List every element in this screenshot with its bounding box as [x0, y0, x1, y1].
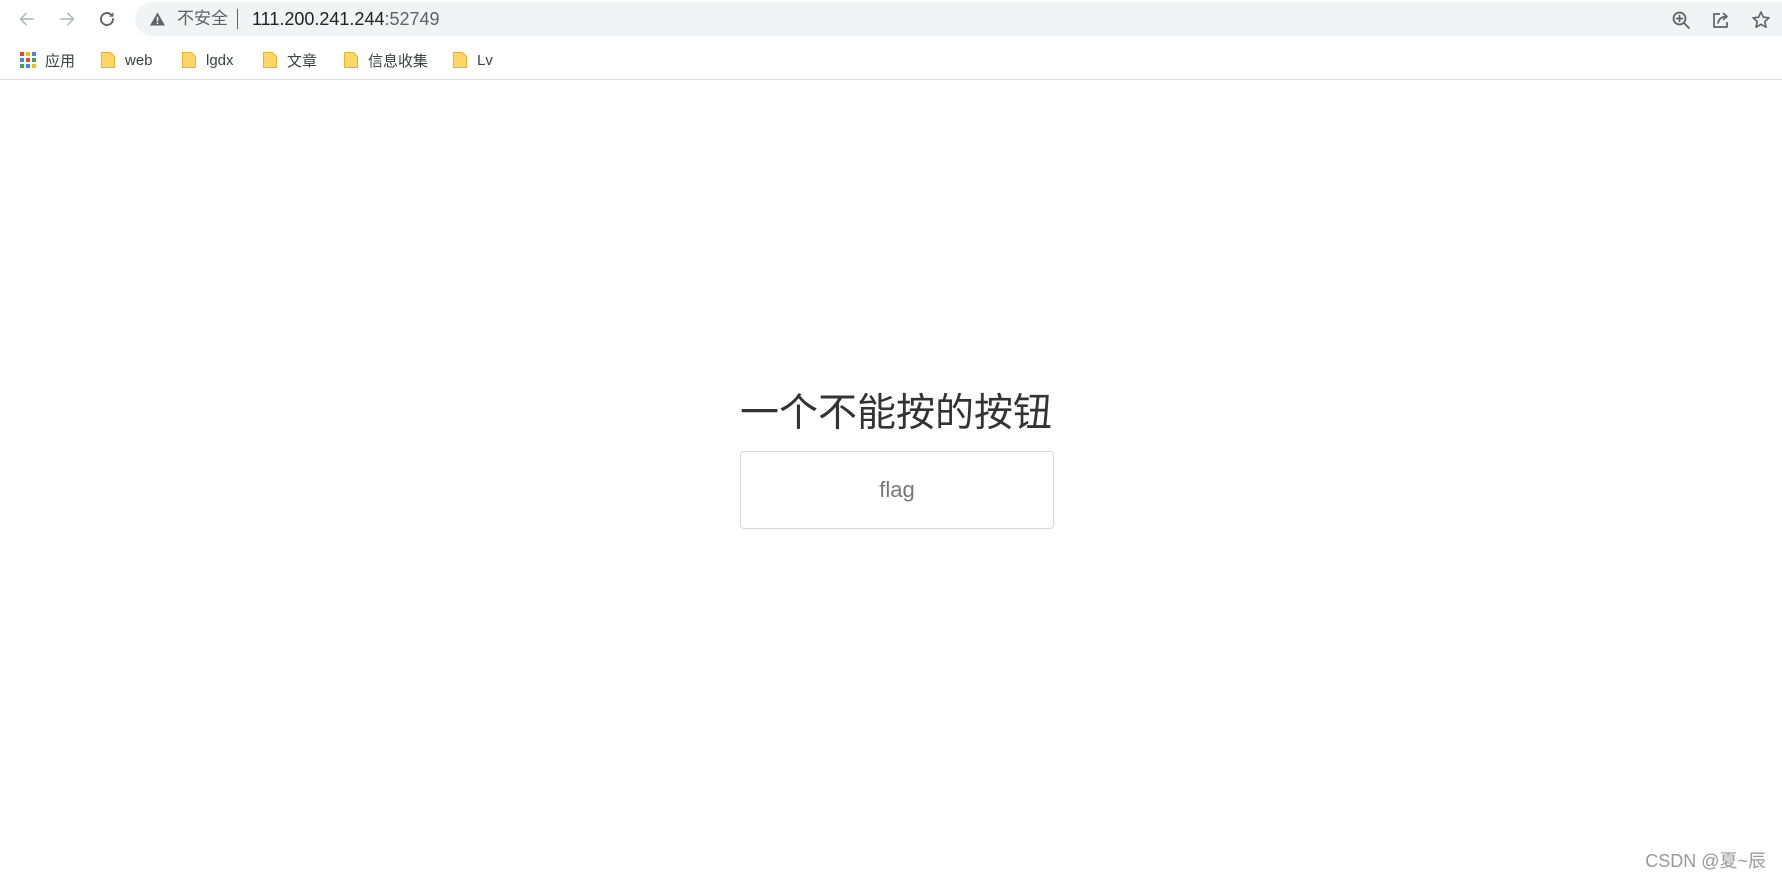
security-status-label[interactable]: 不安全 [177, 10, 228, 28]
back-button[interactable] [13, 5, 41, 33]
url-host: 111.200.241.244 [252, 9, 385, 29]
flag-button[interactable]: flag [740, 451, 1054, 529]
arrow-right-icon [60, 12, 75, 26]
browser-toolbar: 不安全 111.200.241.244:52749 [0, 0, 1782, 38]
bookmark-folder-lgdx[interactable]: lgdx [180, 49, 234, 71]
address-separator [237, 9, 238, 29]
bookmark-folder-info-gathering[interactable]: 信息收集 [342, 49, 428, 71]
arrow-left-icon [19, 12, 34, 26]
folder-icon [180, 51, 198, 69]
folder-icon [261, 51, 279, 69]
folder-icon [342, 51, 360, 69]
bookmark-label: 信息收集 [368, 52, 429, 70]
reload-icon [100, 12, 114, 26]
bookmark-folder-web[interactable]: web [99, 49, 153, 71]
bookmark-folder-lv[interactable]: Lv [451, 49, 493, 71]
share-icon [1713, 12, 1728, 28]
reload-button[interactable] [93, 5, 121, 33]
bookmark-label: Lv [477, 51, 493, 69]
warning-triangle-icon[interactable] [149, 11, 166, 27]
watermark: CSDN @夏~辰 [1645, 851, 1766, 871]
bookmark-label: lgdx [206, 51, 234, 69]
url-text[interactable]: 111.200.241.244:52749 [252, 10, 440, 28]
folder-icon [99, 51, 117, 69]
bookmark-star-button[interactable] [1750, 9, 1772, 31]
apps-grid-icon [19, 51, 37, 69]
bookmark-label: 应用 [45, 52, 76, 70]
zoom-in-icon [1672, 11, 1690, 29]
bookmarks-bar: 应用 web lgdx 文章 信息收集 Lv [0, 38, 1782, 80]
url-port: :52749 [384, 9, 440, 29]
folder-icon [451, 51, 469, 69]
zoom-button[interactable] [1670, 9, 1692, 31]
bookmark-label: web [125, 51, 153, 69]
bookmark-label: 文章 [287, 52, 318, 70]
bookmark-apps[interactable]: 应用 [19, 49, 75, 71]
bookmark-folder-articles[interactable]: 文章 [261, 49, 317, 71]
page-title: 一个不能按的按钮 [740, 391, 1053, 436]
address-bar[interactable]: 不安全 111.200.241.244:52749 [135, 2, 1782, 36]
forward-button[interactable] [53, 5, 81, 33]
star-icon [1752, 11, 1770, 28]
share-button[interactable] [1710, 9, 1732, 31]
